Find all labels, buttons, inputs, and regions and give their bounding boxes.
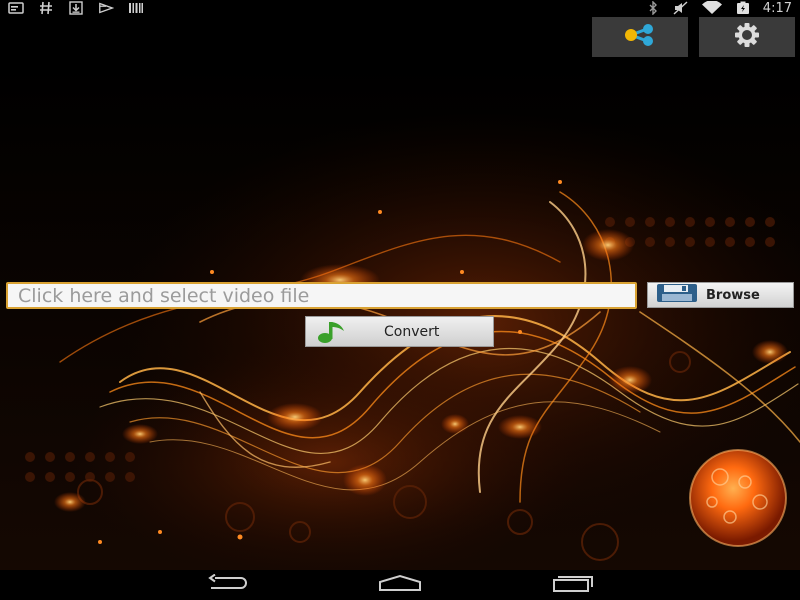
download-icon xyxy=(68,1,84,15)
back-icon xyxy=(203,573,253,597)
convert-label: Convert xyxy=(384,324,440,340)
status-bar-right: 4:17 xyxy=(645,0,792,16)
play-icon xyxy=(98,1,114,15)
notification-icon xyxy=(8,1,24,15)
share-icon xyxy=(620,23,660,52)
home-icon xyxy=(375,574,425,597)
hash-icon xyxy=(38,1,54,15)
recents-button[interactable] xyxy=(541,574,601,596)
navigation-bar xyxy=(0,570,800,600)
recents-icon xyxy=(546,574,596,597)
music-note-icon xyxy=(316,320,348,349)
convert-button[interactable]: Convert xyxy=(305,316,494,347)
silent-icon xyxy=(673,1,689,15)
settings-button[interactable] xyxy=(699,17,795,57)
barcode-icon xyxy=(128,1,144,15)
status-bar: 4:17 xyxy=(0,0,800,16)
back-button[interactable] xyxy=(198,573,258,597)
bluetooth-icon xyxy=(645,1,661,15)
floppy-disk-icon xyxy=(656,283,698,308)
action-bar xyxy=(0,16,800,62)
gear-icon xyxy=(727,20,767,55)
video-file-input[interactable] xyxy=(6,282,637,309)
status-bar-left xyxy=(8,0,144,16)
share-button[interactable] xyxy=(592,17,688,57)
status-time: 4:17 xyxy=(762,0,792,16)
browse-button[interactable]: Browse xyxy=(647,282,794,308)
battery-charging-icon xyxy=(735,1,751,15)
wifi-icon xyxy=(701,1,723,15)
home-button[interactable] xyxy=(370,574,430,596)
browse-label: Browse xyxy=(706,287,760,303)
